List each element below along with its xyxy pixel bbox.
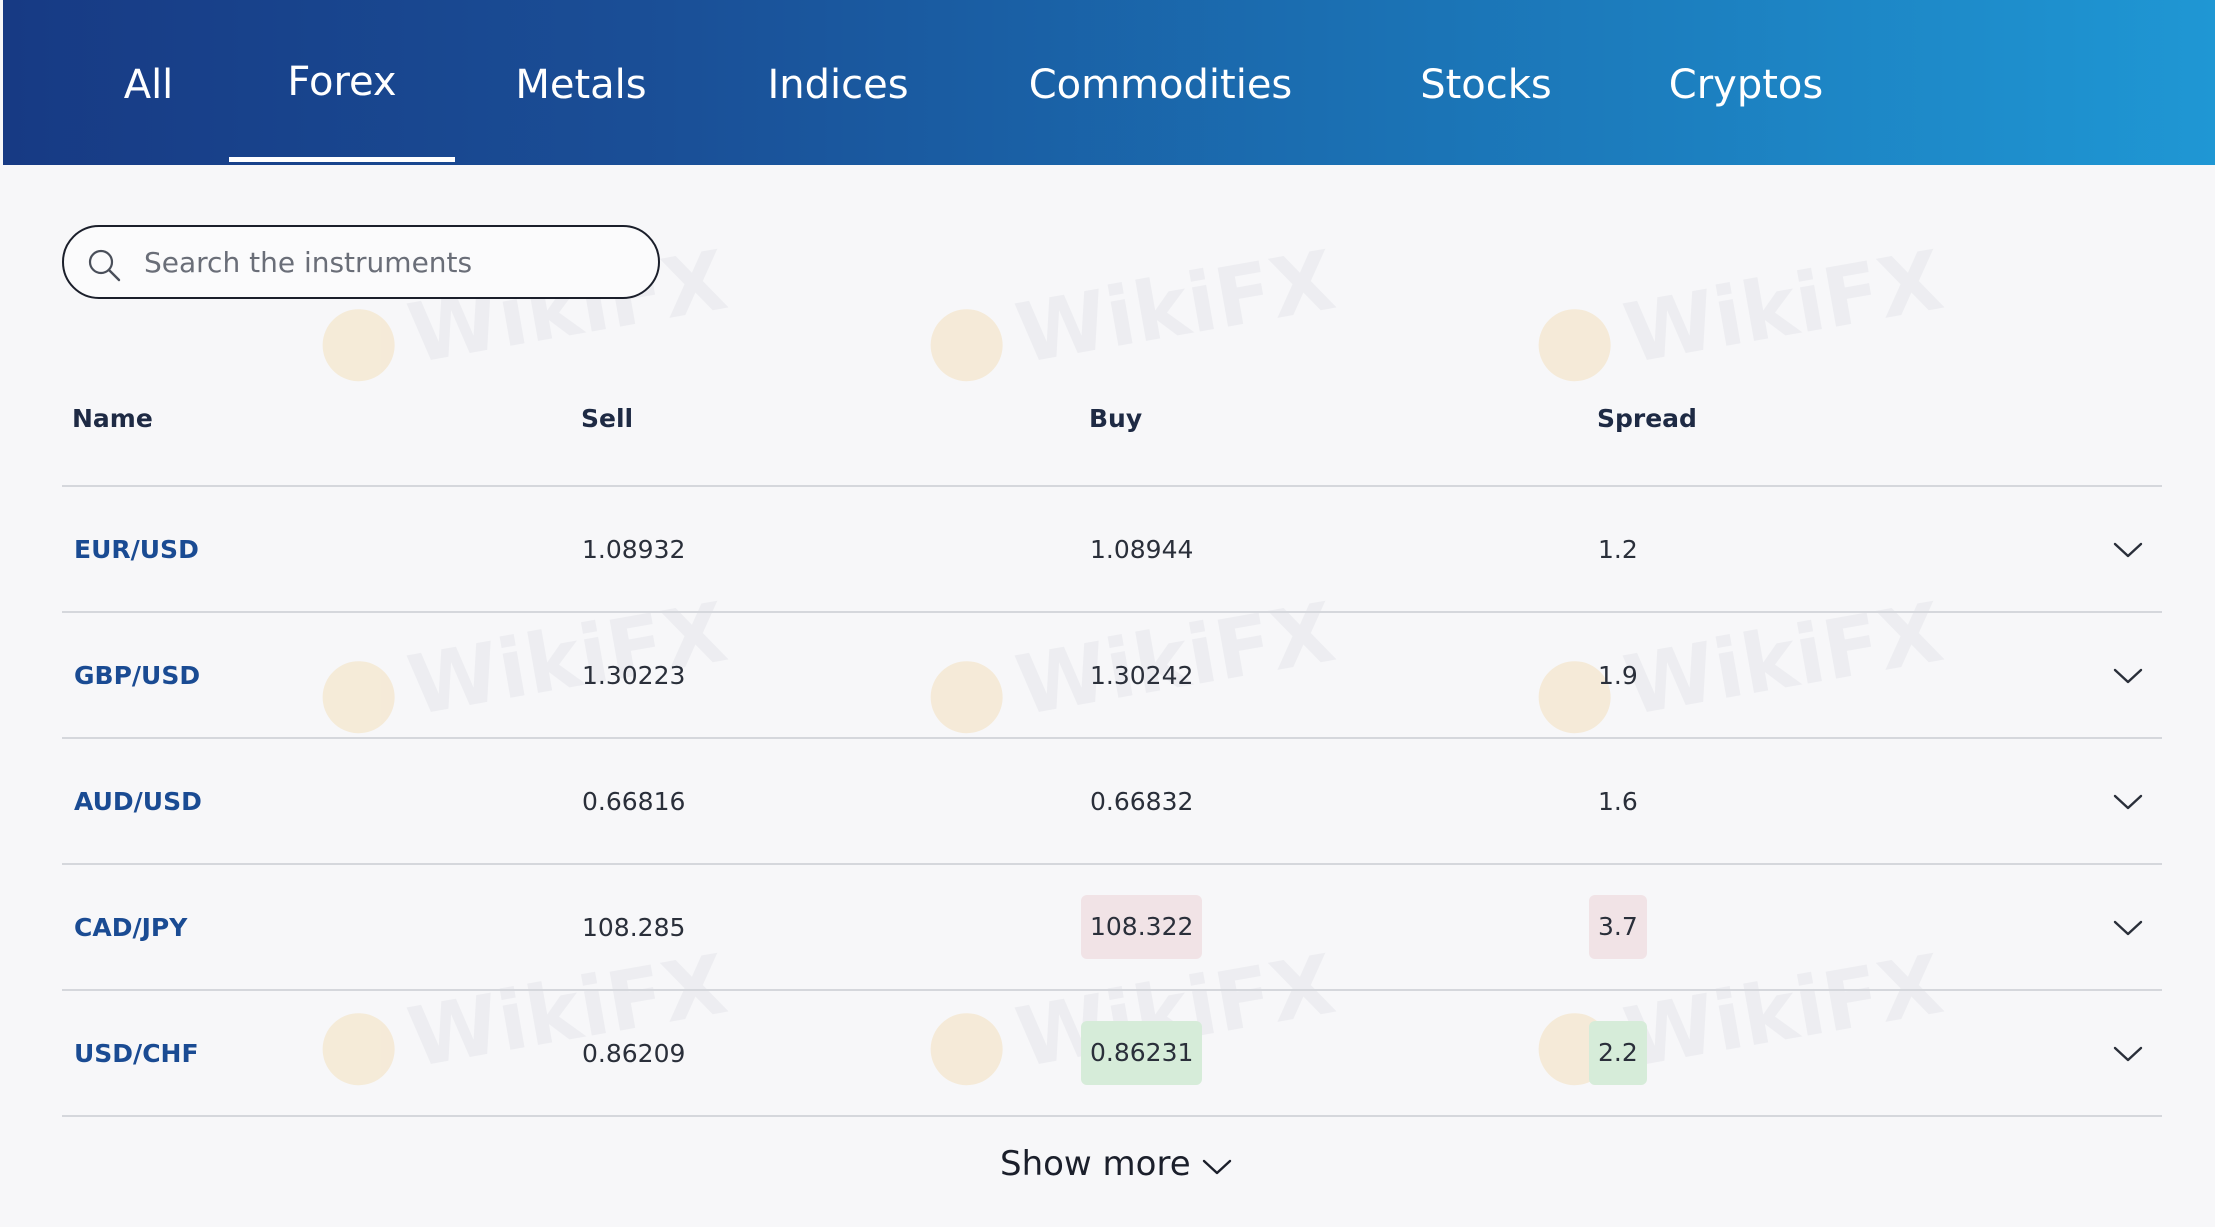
show-more-label: Show more bbox=[1000, 1144, 1191, 1184]
instrument-name[interactable]: EUR/USD bbox=[74, 486, 199, 612]
tab-label: All bbox=[123, 61, 174, 108]
sell-price: 108.285 bbox=[582, 912, 686, 942]
table-row[interactable]: GBP/USD 1.30223 1.30242 1.9 bbox=[62, 612, 2162, 738]
buy-price: 1.30242 bbox=[1090, 660, 1194, 690]
chevron-down-icon[interactable] bbox=[2112, 1044, 2144, 1064]
table-row[interactable]: EUR/USD 1.08932 1.08944 1.2 bbox=[62, 486, 2162, 612]
sell-price: 0.66816 bbox=[582, 786, 686, 816]
watermark-text: WikiFX bbox=[1009, 233, 1342, 383]
table-row[interactable]: CAD/JPY 108.285 108.322 3.7 bbox=[62, 864, 2162, 990]
chevron-down-icon[interactable] bbox=[2112, 540, 2144, 560]
search-icon bbox=[88, 249, 121, 282]
tab-commodities[interactable]: Commodities bbox=[1008, 0, 1313, 165]
tab-label: Stocks bbox=[1420, 61, 1552, 108]
buy-price: 0.86231 bbox=[1081, 1021, 1203, 1085]
sell-price: 0.86209 bbox=[582, 1038, 686, 1068]
tab-label: Indices bbox=[767, 61, 909, 108]
tab-metals[interactable]: Metals bbox=[496, 0, 666, 165]
watermark-logo-icon bbox=[316, 303, 401, 387]
show-more-button[interactable]: Show more bbox=[1000, 1144, 1233, 1184]
table-row[interactable]: AUD/USD 0.66816 0.66832 1.6 bbox=[62, 738, 2162, 864]
column-header-sell: Sell bbox=[581, 404, 634, 433]
instrument-name[interactable]: GBP/USD bbox=[74, 612, 200, 738]
spread-value: 2.2 bbox=[1589, 1021, 1647, 1085]
page: All Forex Metals Indices Commodities Sto… bbox=[0, 0, 2215, 1227]
chevron-down-icon[interactable] bbox=[2112, 666, 2144, 686]
tab-label: Commodities bbox=[1028, 61, 1293, 108]
spread-value-cell: 3.7 bbox=[1589, 864, 1647, 990]
category-tab-bar: All Forex Metals Indices Commodities Sto… bbox=[3, 0, 2215, 165]
instrument-name[interactable]: USD/CHF bbox=[74, 990, 199, 1116]
tab-cryptos[interactable]: Cryptos bbox=[1655, 0, 1837, 165]
tab-label: Metals bbox=[515, 61, 647, 108]
chevron-down-icon[interactable] bbox=[2112, 792, 2144, 812]
tab-label: Forex bbox=[287, 58, 397, 105]
spread-value-cell: 2.2 bbox=[1589, 990, 1647, 1116]
buy-price-cell: 0.86231 bbox=[1081, 990, 1203, 1116]
table-row[interactable]: USD/CHF 0.86209 0.86231 2.2 bbox=[62, 990, 2162, 1116]
tab-label: Cryptos bbox=[1668, 61, 1824, 108]
active-tab-underline bbox=[229, 157, 455, 162]
chevron-down-icon bbox=[1202, 1159, 1231, 1175]
watermark-text: WikiFX bbox=[1617, 233, 1950, 383]
tab-indices[interactable]: Indices bbox=[748, 0, 928, 165]
sell-price: 1.08932 bbox=[582, 534, 686, 564]
tab-forex[interactable]: Forex bbox=[229, 0, 455, 165]
column-header-name: Name bbox=[72, 404, 153, 433]
chevron-down-icon[interactable] bbox=[2112, 918, 2144, 938]
tab-all[interactable]: All bbox=[101, 0, 196, 165]
watermark-logo-icon bbox=[1532, 303, 1617, 387]
column-header-spread: Spread bbox=[1597, 404, 1697, 433]
watermark-logo-icon bbox=[924, 303, 1009, 387]
instrument-name[interactable]: CAD/JPY bbox=[74, 864, 187, 990]
buy-price: 0.66832 bbox=[1090, 786, 1194, 816]
watermark: WikiFX bbox=[923, 233, 1342, 397]
spread-value: 1.9 bbox=[1598, 660, 1638, 690]
spread-value: 3.7 bbox=[1589, 895, 1647, 959]
search-input[interactable] bbox=[144, 239, 624, 285]
buy-price-cell: 108.322 bbox=[1081, 864, 1203, 990]
sell-price: 1.30223 bbox=[582, 660, 686, 690]
spread-value: 1.2 bbox=[1598, 534, 1638, 564]
buy-price: 1.08944 bbox=[1090, 534, 1194, 564]
search-box[interactable] bbox=[62, 225, 660, 299]
column-header-buy: Buy bbox=[1089, 404, 1143, 433]
tab-stocks[interactable]: Stocks bbox=[1401, 0, 1571, 165]
buy-price: 108.322 bbox=[1081, 895, 1203, 959]
watermark: WikiFX bbox=[1531, 233, 1950, 397]
spread-value: 1.6 bbox=[1598, 786, 1638, 816]
instrument-name[interactable]: AUD/USD bbox=[74, 738, 202, 864]
